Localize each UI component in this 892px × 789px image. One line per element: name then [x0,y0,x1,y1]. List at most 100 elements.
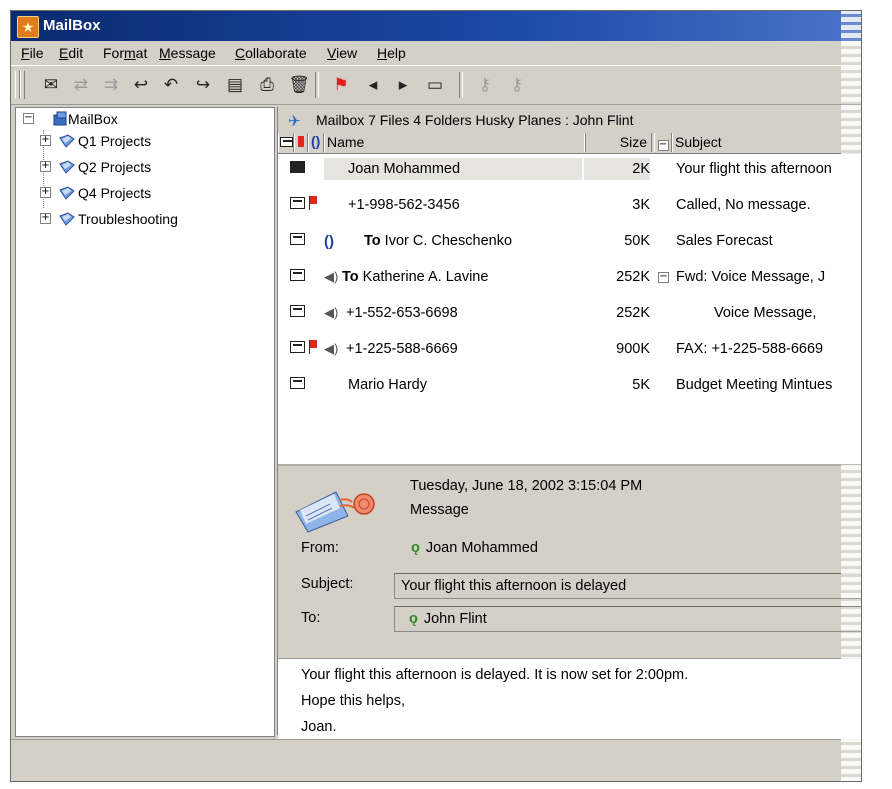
column-header: () Name Size − Subject [278,133,861,154]
to-field[interactable]: ǫ John Flint [394,606,861,632]
toolbar-grip[interactable] [20,71,25,99]
expand-icon[interactable]: + [40,213,51,224]
mailbox-header: ✈ Mailbox 7 Files 4 Folders Husky Planes… [278,107,861,134]
forward-icon[interactable]: ↪ [191,73,215,97]
app-star-icon: ★ [17,16,39,38]
message-size: 3K [632,197,650,213]
message-size: 2K [584,158,650,180]
torn-edge [841,11,861,781]
column-name[interactable]: Name [324,133,586,152]
tree-label: Q4 Projects [78,185,152,201]
envelope-icon [290,305,305,317]
flag-icon [309,196,317,210]
from-label: From: [301,540,339,556]
reply-icon[interactable]: ↩ [129,73,153,97]
next-icon[interactable]: ▸ [391,73,415,97]
menu-edit[interactable]: Edit [59,45,83,61]
key-alt-icon[interactable]: ⚷ [505,73,529,97]
message-envelope-icon [295,491,375,533]
envelope-icon [290,233,305,245]
message-size: 252K [616,305,650,321]
menu-help[interactable]: Help [377,45,406,61]
menu-message[interactable]: Message [159,45,216,61]
print-icon[interactable]: ⎙ [255,73,279,97]
body-line: Joan. [301,719,337,735]
tree-label: Q2 Projects [78,159,152,175]
column-status[interactable] [278,133,294,152]
message-row[interactable]: ◀︎) +1-552-653-6698 252K Voice Message, [278,298,861,332]
tree-label: Troubleshooting [78,211,178,227]
person-icon: ǫ [409,611,418,627]
message-name-cell: +1-552-653-6698 [324,302,582,324]
forward-to-folder-icon[interactable]: ⇉ [99,73,123,97]
menu-collaborate[interactable]: Collaborate [235,45,307,61]
previous-icon[interactable]: ◂ [361,73,385,97]
expand-icon[interactable]: + [40,187,51,198]
message-name: Joan Mohammed [348,161,461,177]
message-row[interactable]: ◀︎) To Katherine A. Lavine 252K − Fwd: Voice… [278,262,861,296]
body-line: Your flight this afternoon is delayed. I… [301,667,689,683]
message-subject: Voice Message, [714,305,817,321]
menu-format[interactable]: Format [103,45,147,61]
delete-icon[interactable]: 🗑 [287,73,311,97]
preview-type: Message [410,502,469,518]
message-name: Mario Hardy [348,377,427,393]
person-icon: ǫ [411,540,420,556]
message-size: 50K [624,233,650,249]
expand-icon[interactable]: + [40,161,51,172]
to-marker: To [342,269,359,285]
reply-all-icon[interactable]: ↶ [159,73,183,97]
mailbox-window: ★ MailBox File Edit Format Message Collabora… [10,10,862,782]
message-row[interactable]: ◀︎) +1-225-588-6669 900K FAX: +1-225-588-66… [278,334,861,368]
tree-folder-q2-projects[interactable]: + Q2 Projects [16,156,272,178]
message-subject: Budget Meeting Mintues [676,377,833,393]
send-receive-icon[interactable]: ⇄ [69,73,93,97]
folder-icon [58,159,76,175]
message-subject: Called, No message. [676,197,811,213]
key-icon[interactable]: ⚷ [473,73,497,97]
menu-view[interactable]: View [327,45,357,61]
flag-icon[interactable]: ⚑ [329,73,353,97]
subject-field[interactable]: Your flight this afternoon is delayed [394,573,861,599]
address-book-icon[interactable]: ▤ [223,73,247,97]
envelope-icon [290,341,305,353]
column-size[interactable]: Size [584,133,652,152]
to-marker: To [364,233,381,249]
move-to-folder-icon[interactable]: ▭ [423,73,447,97]
message-row[interactable]: Joan Mohammed 2K Your flight this afternoo… [278,154,861,188]
toolbar-separator [459,72,463,98]
tree-label: MailBox [68,111,118,127]
column-flag[interactable] [294,133,308,152]
title-bar[interactable]: ★ MailBox [11,11,861,41]
collapse-icon[interactable]: − [23,113,34,124]
message-name: +1-998-562-3456 [348,197,460,213]
message-size: 900K [616,341,650,357]
message-row[interactable]: Mario Hardy 5K Budget Meeting Mintues [278,370,861,404]
collapse-icon[interactable]: − [658,272,669,283]
tree-folder-troubleshooting[interactable]: + Troubleshooting [16,208,272,230]
menu-file[interactable]: File [21,45,44,61]
envelope-icon [290,269,305,281]
message-name: +1-225-588-6669 [346,341,458,357]
tree-root-mailbox[interactable]: − MailBox [16,108,272,130]
toolbar: ✉ ⇄ ⇉ ↩ ↶ ↪ ▤ ⎙ 🗑 ⚑ ◂ ▸ ▭ ⚷ ⚷ [11,65,861,105]
message-size: 252K [616,269,650,285]
envelope-icon [290,197,305,209]
message-name: Katherine A. Lavine [362,269,489,285]
new-message-icon[interactable]: ✉ [39,73,63,97]
unread-envelope-icon [290,161,305,173]
column-subject[interactable]: Subject [672,133,861,152]
message-row[interactable]: +1-998-562-3456 3K Called, No message. [278,190,861,224]
message-row[interactable]: () To Ivor C. Cheschenko 50K Sales Forecast [278,226,861,260]
folder-icon [58,211,76,227]
tree-folder-q4-projects[interactable]: + Q4 Projects [16,182,272,204]
expand-icon[interactable]: + [40,135,51,146]
tree-folder-q1-projects[interactable]: + Q1 Projects [16,130,272,152]
folder-icon [58,185,76,201]
message-subject: Your flight this afternoon [676,161,832,177]
column-expand[interactable]: − [654,133,672,152]
status-bar [11,739,861,781]
message-name: +1-552-653-6698 [346,305,458,321]
column-attachment[interactable]: () [308,133,324,152]
envelope-icon [290,377,305,389]
